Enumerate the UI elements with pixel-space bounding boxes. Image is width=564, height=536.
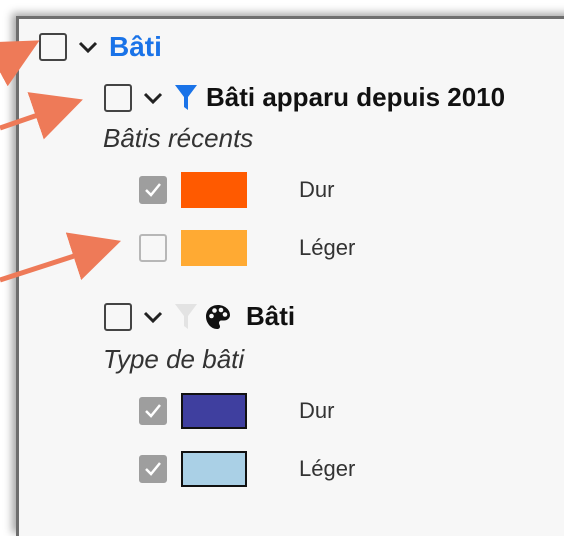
arrow-icon (0, 92, 83, 140)
annotation-arrows (0, 40, 122, 283)
arrow-icon (0, 232, 122, 283)
arrow-icon (0, 40, 40, 87)
